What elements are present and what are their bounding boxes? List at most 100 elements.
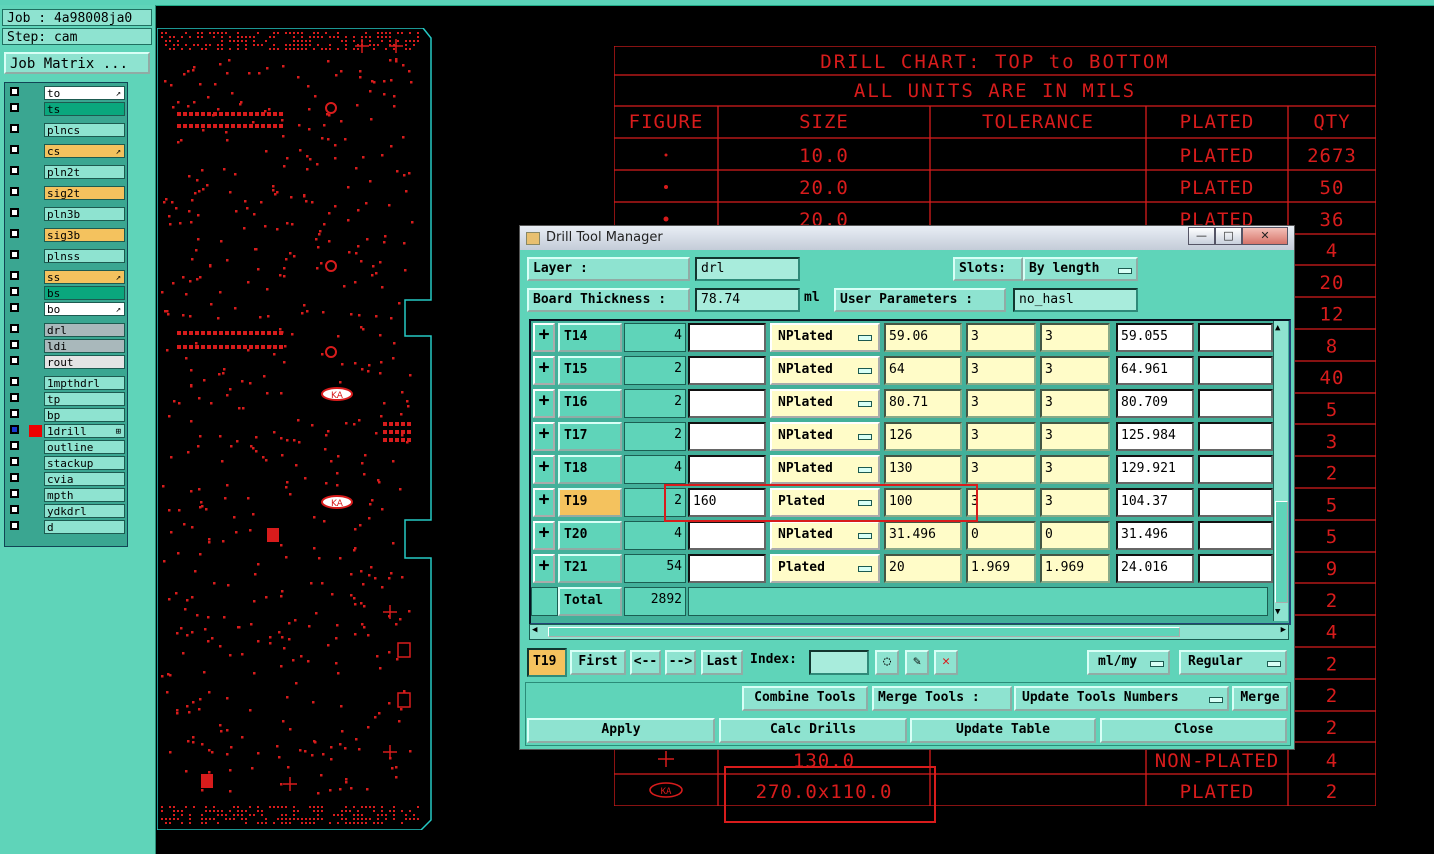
layer-row-drl[interactable]: drl [7, 323, 125, 337]
slots-dropdown[interactable]: By length [1023, 257, 1138, 281]
tool-name-button[interactable]: T14 [558, 323, 622, 352]
tool-row-T14[interactable]: + T14 4 NPlated 59.06 3 3 59.055 [531, 321, 1273, 354]
tolerance-minus-input[interactable]: 3 [1040, 455, 1110, 484]
layer-row-stackup[interactable]: stackup [7, 456, 125, 470]
layer-row-d[interactable]: d [7, 520, 125, 534]
expand-icon[interactable]: + [533, 455, 555, 484]
layer-row-plncs[interactable]: plncs [7, 123, 125, 137]
calculated-size-input[interactable]: 129.921 [1116, 455, 1194, 484]
layer-checkbox[interactable] [10, 250, 19, 259]
layer-checkbox[interactable] [10, 489, 19, 498]
calculated-size-input[interactable]: 104.37 [1116, 488, 1194, 517]
layer-checkbox[interactable] [10, 473, 19, 482]
tool-name-button[interactable]: T21 [558, 554, 622, 583]
drill-size-input[interactable]: 31.496 [884, 521, 962, 550]
tool-name-button[interactable]: T18 [558, 455, 622, 484]
layer-row-cs[interactable]: cs ↗ [7, 144, 125, 158]
layer-row-pln3b[interactable]: pln3b [7, 207, 125, 221]
tool-row-T17[interactable]: + T17 2 NPlated 126 3 3 125.984 [531, 420, 1273, 453]
drill-size-input[interactable]: 130 [884, 455, 962, 484]
layer-checkbox[interactable] [10, 356, 19, 365]
expand-icon[interactable]: + [533, 521, 555, 550]
layer-row-ts[interactable]: ts [7, 102, 125, 116]
tool-row-T20[interactable]: + T20 4 NPlated 31.496 0 0 31.496 [531, 519, 1273, 552]
edit-icon[interactable]: ✎ [905, 650, 929, 675]
layer-checkbox[interactable] [10, 208, 19, 217]
h-scroll-thumb[interactable] [548, 627, 1180, 637]
tolerance-minus-input[interactable]: 3 [1040, 356, 1110, 385]
tool-row-T15[interactable]: + T15 2 NPlated 64 3 3 64.961 [531, 354, 1273, 387]
layer-input[interactable]: drl [695, 257, 800, 281]
layer-checkbox[interactable] [10, 505, 19, 514]
tolerance-minus-input[interactable]: 3 [1040, 488, 1110, 517]
calculated-size-input[interactable]: 24.016 [1116, 554, 1194, 583]
type-dropdown[interactable]: NPlated [770, 422, 880, 451]
finish-size-input[interactable] [688, 356, 766, 385]
next-button[interactable]: --> [665, 650, 696, 675]
scroll-down-icon[interactable]: ▼ [1275, 607, 1280, 617]
layer-checkbox[interactable] [10, 457, 19, 466]
layer-row-sig2t[interactable]: sig2t [7, 186, 125, 200]
type-dropdown[interactable]: NPlated [770, 521, 880, 550]
close-button[interactable]: Close [1100, 718, 1287, 743]
apply-button[interactable]: Apply [527, 718, 715, 743]
layer-checkbox[interactable] [10, 124, 19, 133]
extra-input[interactable] [1198, 389, 1273, 418]
layer-checkbox[interactable] [10, 393, 19, 402]
layer-checkbox[interactable] [10, 324, 19, 333]
finish-size-input[interactable] [688, 521, 766, 550]
extra-input[interactable] [1198, 455, 1273, 484]
layer-checkbox[interactable] [10, 187, 19, 196]
tool-name-button[interactable]: T20 [558, 521, 622, 550]
tolerance-minus-input[interactable]: 3 [1040, 323, 1110, 352]
drill-size-input[interactable]: 80.71 [884, 389, 962, 418]
expand-icon[interactable]: + [533, 554, 555, 583]
tolerance-plus-input[interactable]: 3 [966, 389, 1036, 418]
layer-list[interactable]: to ↗ ts plncs cs ↗ pln2t sig2t pln3b sig3b plnss ss… [4, 82, 128, 547]
type-dropdown[interactable]: Plated [770, 554, 880, 583]
layer-row-ldi[interactable]: ldi [7, 339, 125, 353]
close-window-button[interactable]: ✕ [1242, 227, 1288, 245]
tolerance-plus-input[interactable]: 3 [966, 323, 1036, 352]
layer-row-sig3b[interactable]: sig3b [7, 228, 125, 242]
layer-row-mpth[interactable]: mpth [7, 488, 125, 502]
expand-icon[interactable]: + [533, 323, 555, 352]
scroll-right-icon[interactable]: ▶ [1281, 625, 1286, 635]
tool-row-T16[interactable]: + T16 2 NPlated 80.71 3 3 80.709 [531, 387, 1273, 420]
type-dropdown[interactable]: NPlated [770, 455, 880, 484]
layer-row-1mpthdrl[interactable]: 1mpthdrl [7, 376, 125, 390]
layer-row-ss[interactable]: ss ↗ [7, 270, 125, 284]
update-tools-numbers-dropdown[interactable]: Update Tools Numbers [1014, 686, 1229, 711]
tool-name-button[interactable]: T16 [558, 389, 622, 418]
layer-checkbox[interactable] [10, 340, 19, 349]
layer-checkbox[interactable] [10, 441, 19, 450]
layer-checkbox[interactable] [10, 521, 19, 530]
drill-size-input[interactable]: 59.06 [884, 323, 962, 352]
expand-icon[interactable]: + [533, 389, 555, 418]
layer-checkbox[interactable] [10, 229, 19, 238]
drill-size-input[interactable]: 126 [884, 422, 962, 451]
tool-name-button[interactable]: T15 [558, 356, 622, 385]
layer-row-rout[interactable]: rout [7, 355, 125, 369]
last-button[interactable]: Last [701, 650, 743, 675]
delete-icon[interactable]: ✕ [934, 650, 958, 675]
finish-size-input[interactable] [688, 389, 766, 418]
expand-icon[interactable]: + [533, 422, 555, 451]
tolerance-minus-input[interactable]: 3 [1040, 422, 1110, 451]
layer-row-1drill[interactable]: 1drill ⊞ [7, 424, 125, 438]
bulb-icon[interactable]: ◌ [875, 650, 899, 675]
tolerance-minus-input[interactable]: 0 [1040, 521, 1110, 550]
finish-size-input[interactable] [688, 323, 766, 352]
layer-checkbox[interactable] [10, 166, 19, 175]
board-view[interactable]: KA KA [157, 28, 432, 830]
calculated-size-input[interactable]: 31.496 [1116, 521, 1194, 550]
vertical-scrollbar[interactable]: ▲ ▼ [1273, 321, 1288, 621]
type-dropdown[interactable]: NPlated [770, 356, 880, 385]
type-dropdown[interactable]: NPlated [770, 389, 880, 418]
layer-checkbox[interactable] [10, 87, 19, 96]
tolerance-plus-input[interactable]: 0 [966, 521, 1036, 550]
update-table-button[interactable]: Update Table [910, 718, 1096, 743]
scroll-up-icon[interactable]: ▲ [1275, 323, 1280, 333]
layer-row-bs[interactable]: bs [7, 286, 125, 300]
extra-input[interactable] [1198, 488, 1273, 517]
